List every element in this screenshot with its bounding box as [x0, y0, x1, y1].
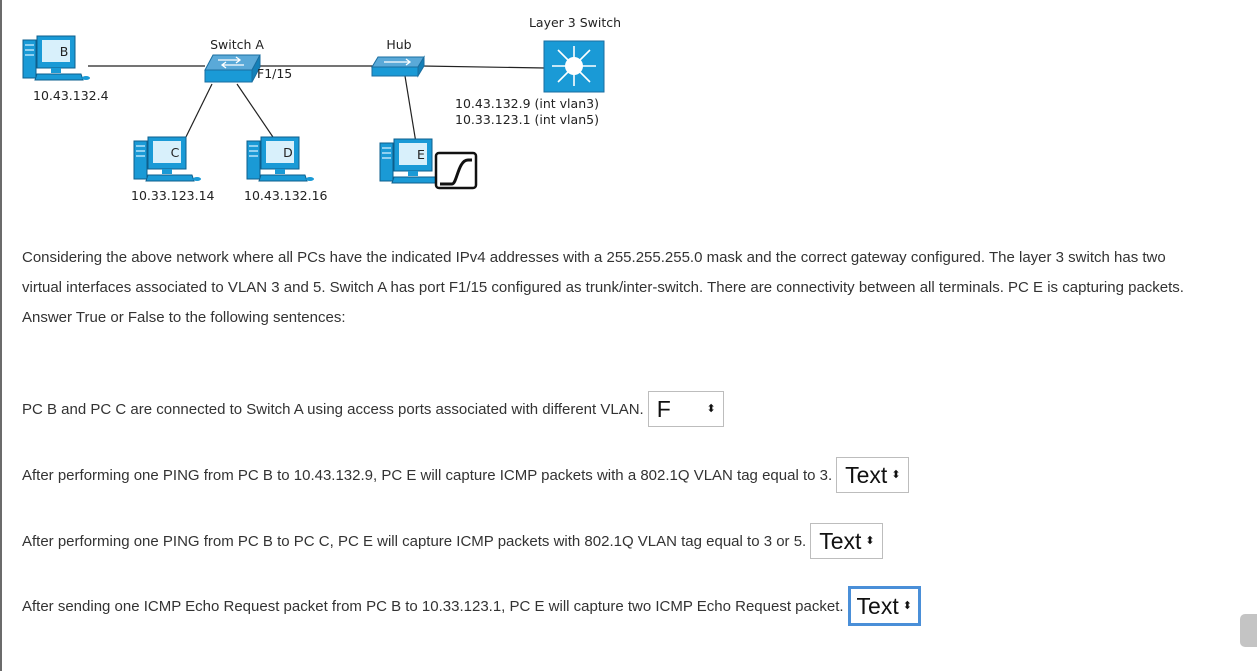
- wireshark-icon: [434, 151, 478, 190]
- layer3-switch-icon: [543, 40, 605, 93]
- pc-d-letter: D: [283, 145, 293, 160]
- pc-b-letter: B: [60, 44, 69, 59]
- answer-select-4-value: Text: [856, 592, 899, 619]
- ip-d-label: 10.43.132.16: [244, 188, 328, 203]
- question-3-text: After performing one PING from PC B to P…: [22, 532, 807, 550]
- answer-select-3[interactable]: Text ⬍: [810, 523, 883, 559]
- ip-b-label: 10.43.132.4: [33, 88, 109, 103]
- scroll-to-top-button[interactable]: [1240, 614, 1257, 647]
- pc-e-letter: E: [417, 147, 425, 162]
- l3-ip-vlan3-label: 10.43.132.9 (int vlan3): [455, 96, 599, 111]
- l3-ip-vlan5-label: 10.33.123.1 (int vlan5): [455, 112, 599, 127]
- question-2-text: After performing one PING from PC B to 1…: [22, 466, 833, 484]
- layer3-switch-label: Layer 3 Switch: [529, 15, 621, 30]
- select-arrows-icon: ⬍: [891, 468, 901, 481]
- pc-b-icon: [22, 35, 91, 81]
- question-4: After sending one ICMP Echo Request pack…: [22, 586, 921, 626]
- pc-d-icon: [246, 136, 315, 182]
- ip-c-label: 10.33.123.14: [131, 188, 215, 203]
- intro-line-3: Answer True or False to the following se…: [22, 309, 346, 326]
- port-label: F1/15: [257, 66, 292, 81]
- hub-icon: [371, 55, 425, 78]
- answer-select-2-value: Text: [845, 461, 888, 488]
- question-intro: Considering the above network where all …: [22, 243, 1247, 333]
- hub-label: Hub: [386, 37, 411, 52]
- switch-a-label: Switch A: [210, 37, 264, 52]
- intro-line-2: virtual interfaces associated to VLAN 3 …: [22, 279, 1184, 296]
- answer-select-4[interactable]: Text ⬍: [847, 586, 921, 626]
- question-3: After performing one PING from PC B to P…: [22, 523, 883, 559]
- intro-line-1: Considering the above network where all …: [22, 249, 1166, 266]
- pc-c-letter: C: [171, 145, 180, 160]
- answer-select-1-value: F: [656, 395, 671, 422]
- select-arrows-icon: ⬍: [865, 534, 875, 547]
- answer-select-2[interactable]: Text ⬍: [836, 457, 909, 493]
- select-arrows-icon: ⬍: [902, 599, 912, 612]
- switch-a-icon: [204, 54, 261, 83]
- select-arrows-icon: ⬍: [706, 402, 716, 415]
- pc-c-icon: [133, 136, 202, 182]
- question-1: PC B and PC C are connected to Switch A …: [22, 391, 724, 427]
- network-diagram: B C D E Layer 3 Switch Switch A Hub F1/1…: [22, 15, 621, 203]
- answer-select-3-value: Text: [819, 527, 862, 554]
- question-1-text: PC B and PC C are connected to Switch A …: [22, 400, 644, 418]
- answer-select-1[interactable]: F ⬍: [647, 391, 724, 427]
- question-2: After performing one PING from PC B to 1…: [22, 457, 909, 493]
- question-4-text: After sending one ICMP Echo Request pack…: [22, 597, 844, 615]
